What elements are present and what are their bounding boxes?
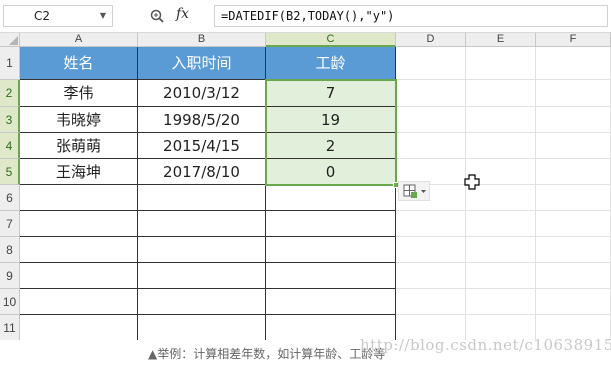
table-cell[interactable]: 2010/3/12 bbox=[138, 80, 266, 107]
name-box-value: C2 bbox=[34, 9, 51, 23]
column-header-e[interactable]: E bbox=[466, 33, 536, 47]
table-cell[interactable] bbox=[138, 289, 266, 315]
row-header-4[interactable]: 4 bbox=[0, 133, 20, 159]
table-cell[interactable] bbox=[536, 237, 611, 263]
formula-tools: fx bbox=[140, 5, 210, 27]
table-cell[interactable]: 张萌萌 bbox=[20, 133, 138, 159]
formula-input[interactable]: =DATEDIF(B2,TODAY(),"y") bbox=[214, 5, 608, 27]
table-cell[interactable] bbox=[396, 133, 466, 159]
cursor-icon bbox=[464, 174, 480, 190]
column-header-a[interactable]: A bbox=[20, 33, 138, 47]
column-header-c[interactable]: C bbox=[266, 33, 396, 47]
table-cell[interactable] bbox=[466, 133, 536, 159]
row-header-11[interactable]: 11 bbox=[0, 315, 20, 341]
table-cell[interactable] bbox=[266, 263, 396, 289]
table-cell[interactable]: 2 bbox=[266, 133, 396, 159]
table-cell[interactable] bbox=[536, 211, 611, 237]
table-cell[interactable] bbox=[20, 185, 138, 211]
row-header-9[interactable]: 9 bbox=[0, 263, 20, 289]
table-cell[interactable] bbox=[536, 159, 611, 185]
table-cell[interactable] bbox=[396, 237, 466, 263]
table-cell[interactable] bbox=[396, 80, 466, 107]
table-cell[interactable] bbox=[466, 237, 536, 263]
table-cell[interactable] bbox=[138, 237, 266, 263]
caption-text: ▲举例：计算相差年数，如计算年龄、工龄等 bbox=[148, 347, 386, 361]
table-header-cell[interactable]: 工龄 bbox=[266, 47, 396, 80]
table-cell[interactable] bbox=[266, 289, 396, 315]
row-header-6[interactable]: 6 bbox=[0, 185, 20, 211]
row-header-2[interactable]: 2 bbox=[0, 80, 20, 107]
table-cell[interactable]: 19 bbox=[266, 107, 396, 133]
table-cell[interactable] bbox=[396, 289, 466, 315]
row-header-10[interactable]: 10 bbox=[0, 289, 20, 315]
table-cell[interactable]: 李伟 bbox=[20, 80, 138, 107]
table-header-cell[interactable]: 入职时间 bbox=[138, 47, 266, 80]
formula-bar: C2 ▼ fx =DATEDIF(B2,TODAY(),"y") bbox=[0, 0, 611, 33]
column-header-d[interactable]: D bbox=[396, 33, 466, 47]
table-cell[interactable] bbox=[396, 47, 466, 80]
select-all-corner[interactable] bbox=[0, 33, 20, 47]
table-cell[interactable] bbox=[396, 263, 466, 289]
table-cell[interactable]: 1998/5/20 bbox=[138, 107, 266, 133]
table-cell[interactable] bbox=[466, 107, 536, 133]
table-cell[interactable] bbox=[396, 211, 466, 237]
watermark: http://blog.csdn.net/c1063891514 bbox=[360, 336, 611, 354]
table-cell[interactable] bbox=[266, 237, 396, 263]
table-cell[interactable] bbox=[266, 211, 396, 237]
zoom-icon[interactable] bbox=[150, 9, 164, 23]
table-cell[interactable] bbox=[396, 107, 466, 133]
name-box[interactable]: C2 ▼ bbox=[3, 5, 113, 27]
table-cell[interactable] bbox=[466, 289, 536, 315]
row-header-5[interactable]: 5 bbox=[0, 159, 20, 185]
table-cell[interactable] bbox=[536, 185, 611, 211]
chevron-down-icon[interactable]: ▼ bbox=[100, 6, 106, 26]
table-cell[interactable] bbox=[536, 47, 611, 80]
table-cell[interactable] bbox=[536, 289, 611, 315]
table-cell[interactable] bbox=[20, 315, 138, 341]
table-cell[interactable] bbox=[138, 315, 266, 341]
table-cell[interactable] bbox=[536, 263, 611, 289]
table-cell[interactable] bbox=[536, 133, 611, 159]
row-header-8[interactable]: 8 bbox=[0, 237, 20, 263]
table-cell[interactable] bbox=[466, 47, 536, 80]
table-cell[interactable] bbox=[20, 211, 138, 237]
table-cell[interactable] bbox=[20, 263, 138, 289]
table-cell[interactable]: 韦晓婷 bbox=[20, 107, 138, 133]
table-cell[interactable] bbox=[466, 211, 536, 237]
row-header-1[interactable]: 1 bbox=[0, 47, 20, 80]
table-cell[interactable] bbox=[138, 211, 266, 237]
table-cell[interactable] bbox=[138, 185, 266, 211]
paste-options-button[interactable] bbox=[398, 181, 430, 201]
table-cell[interactable]: 7 bbox=[266, 80, 396, 107]
column-header-b[interactable]: B bbox=[138, 33, 266, 47]
table-cell[interactable] bbox=[466, 263, 536, 289]
table-cell[interactable] bbox=[536, 80, 611, 107]
table-cell[interactable] bbox=[20, 237, 138, 263]
row-header-3[interactable]: 3 bbox=[0, 107, 20, 133]
table-cell[interactable]: 2015/4/15 bbox=[138, 133, 266, 159]
table-cell[interactable] bbox=[266, 185, 396, 211]
table-header-cell[interactable]: 姓名 bbox=[20, 47, 138, 80]
table-cell[interactable] bbox=[466, 80, 536, 107]
table-cell[interactable]: 王海坤 bbox=[20, 159, 138, 185]
column-header-f[interactable]: F bbox=[536, 33, 611, 47]
row-header-7[interactable]: 7 bbox=[0, 211, 20, 237]
table-cell[interactable] bbox=[138, 263, 266, 289]
table-cell[interactable] bbox=[20, 289, 138, 315]
fx-icon[interactable]: fx bbox=[176, 6, 189, 22]
table-cell[interactable] bbox=[536, 107, 611, 133]
table-cell[interactable]: 2017/8/10 bbox=[138, 159, 266, 185]
table-cell[interactable]: 0 bbox=[266, 159, 396, 185]
